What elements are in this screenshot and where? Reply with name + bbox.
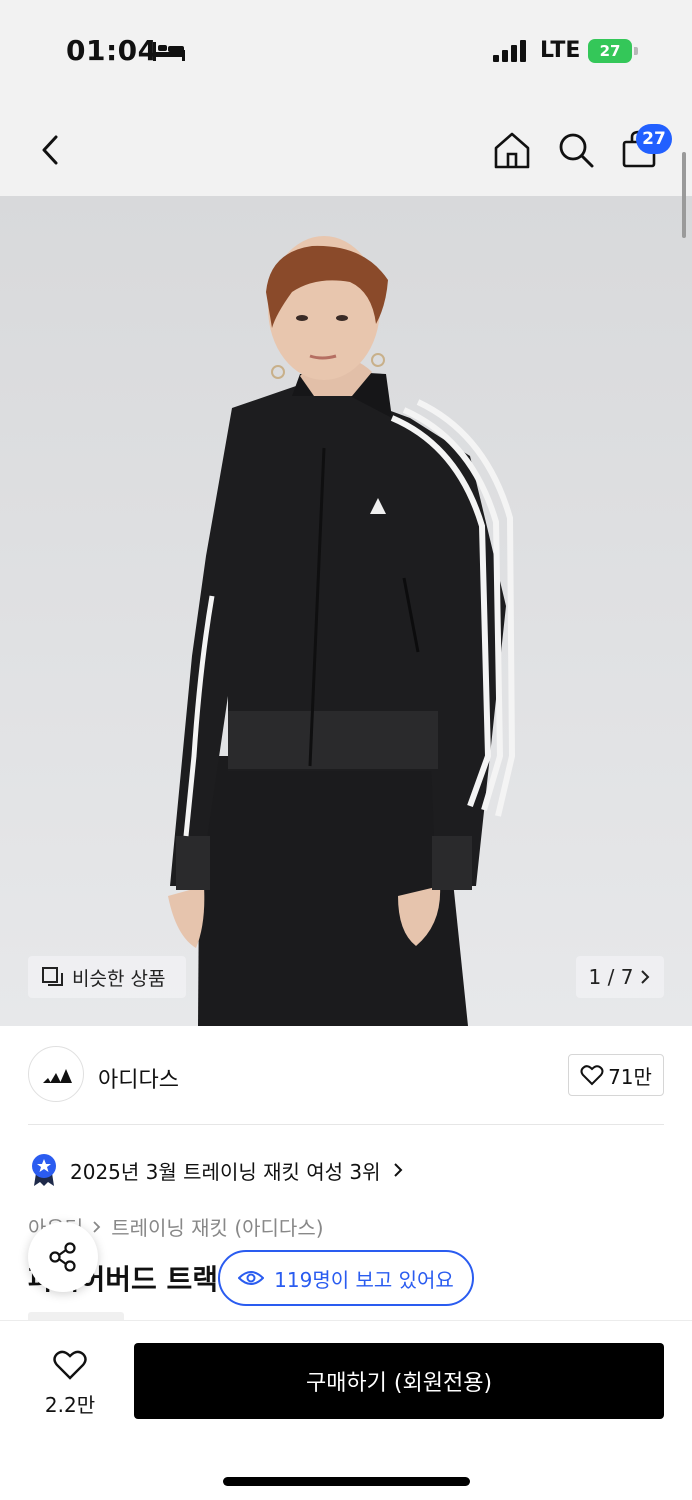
home-icon[interactable]	[488, 126, 536, 174]
wishlist-button[interactable]: 2.2만	[30, 1349, 110, 1425]
search-icon[interactable]	[552, 126, 600, 174]
similar-products-button[interactable]: 비슷한 상품	[28, 956, 186, 998]
ranking-text: 2025년 3월 트레이닝 재킷 여성 3위	[70, 1159, 381, 1184]
similar-products-label: 비슷한 상품	[72, 967, 166, 990]
battery-level: 27	[588, 39, 632, 63]
battery-indicator: 27	[588, 39, 638, 63]
product-photo	[0, 196, 692, 1026]
back-icon[interactable]	[26, 126, 74, 174]
bottom-action-bar: 2.2만 구매하기 (회원전용)	[0, 1320, 692, 1500]
image-page-indicator[interactable]: 1 / 7	[576, 956, 664, 998]
status-time: 01:04	[66, 34, 158, 67]
product-image[interactable]	[0, 196, 692, 1026]
top-nav	[0, 100, 692, 196]
similar-icon	[42, 967, 63, 986]
eye-icon	[238, 1271, 265, 1285]
brand-row[interactable]: 아디다스 71만	[0, 1028, 692, 1124]
home-indicator[interactable]	[223, 1477, 470, 1486]
status-bar: 01:04 LTE 27	[0, 0, 692, 100]
battery-cap	[634, 47, 638, 55]
rank-badge-icon	[32, 1154, 56, 1186]
heart-icon	[53, 1350, 87, 1380]
cart-count-badge: 27	[636, 124, 672, 154]
divider	[28, 1124, 664, 1125]
chevron-right-icon	[393, 1163, 402, 1177]
viewers-count-pill: 119명이 보고 있어요	[218, 1250, 474, 1306]
network-label: LTE	[540, 38, 581, 63]
ranking-link[interactable]: 2025년 3월 트레이닝 재킷 여성 3위	[30, 1152, 405, 1188]
brand-logo[interactable]	[28, 1046, 84, 1102]
buy-button[interactable]: 구매하기 (회원전용)	[134, 1343, 664, 1419]
bed-icon	[153, 42, 185, 61]
brand-like-count: 71만	[608, 1064, 652, 1089]
viewers-count-text: 119명이 보고 있어요	[274, 1267, 454, 1292]
breadcrumb-level2[interactable]: 트레이닝 재킷 (아디다스)	[111, 1212, 323, 1241]
chevron-right-icon	[641, 970, 650, 984]
adidas-logo	[43, 1069, 72, 1083]
page-indicator-text: 1 / 7	[588, 965, 634, 989]
brand-name[interactable]: 아디다스	[98, 1062, 179, 1094]
share-icon	[49, 1242, 76, 1272]
share-button[interactable]	[28, 1222, 98, 1292]
chevron-right-icon	[93, 1220, 101, 1233]
scroll-indicator[interactable]	[682, 152, 686, 238]
wishlist-count: 2.2만	[44, 1393, 96, 1417]
heart-icon	[580, 1065, 604, 1086]
brand-like-button[interactable]: 71만	[568, 1054, 664, 1096]
signal-icon	[493, 40, 526, 62]
